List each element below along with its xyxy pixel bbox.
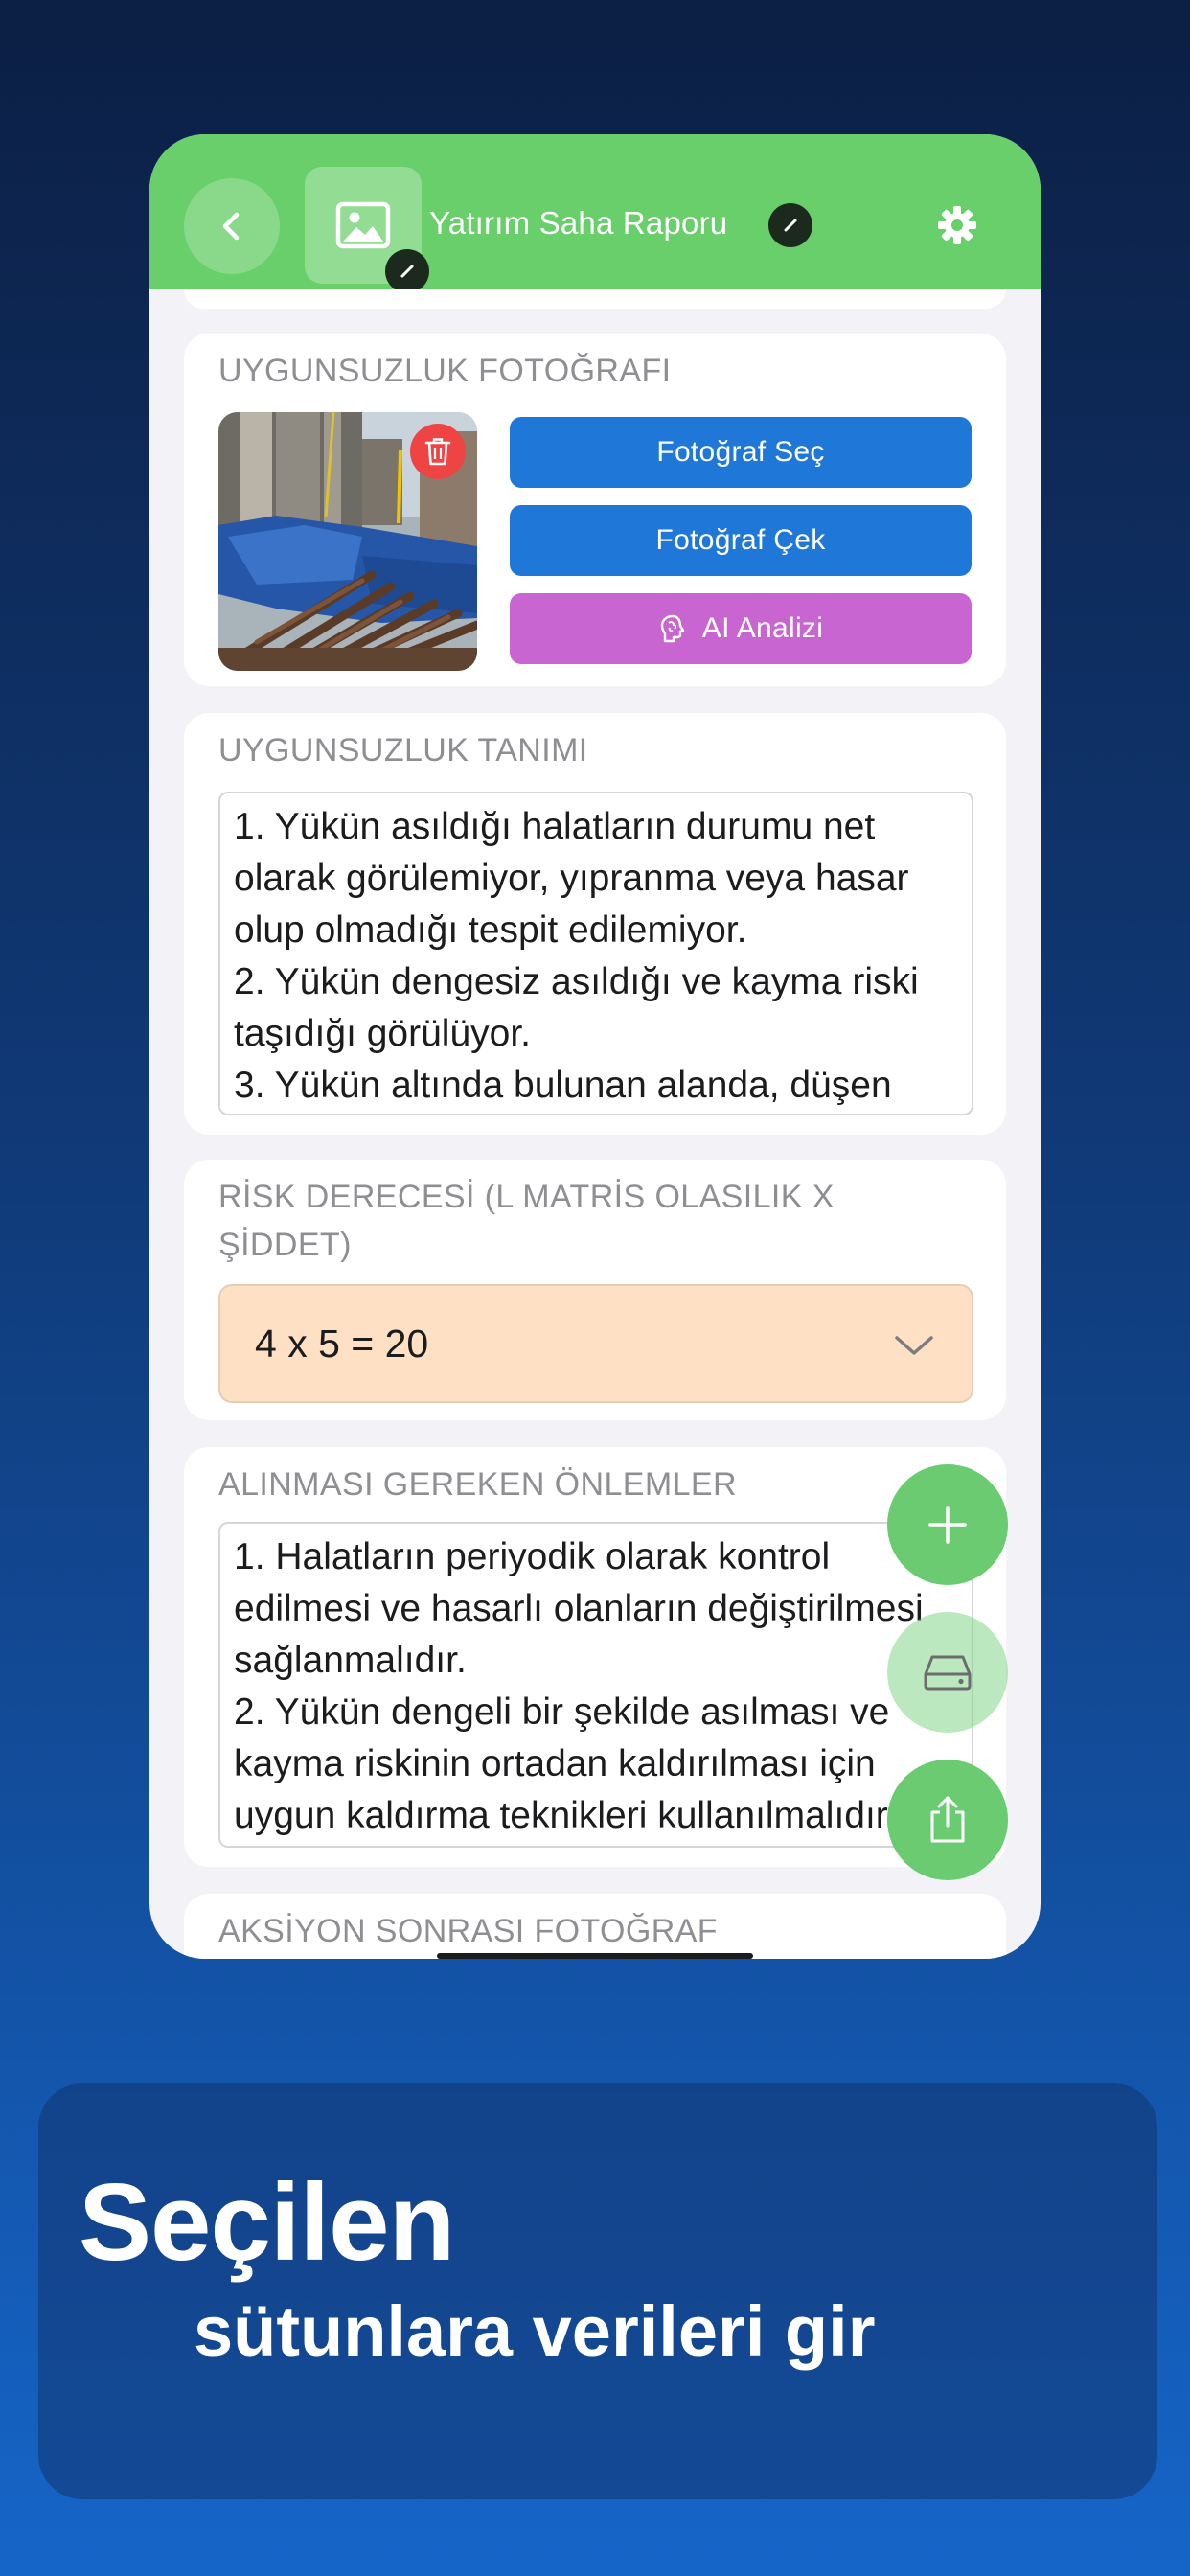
back-button[interactable] xyxy=(184,178,280,274)
photo-card-label: UYGUNSUZLUK FOTOĞRAFI xyxy=(218,353,672,389)
promo-subheadline: sütunlara verileri gir xyxy=(194,2291,876,2371)
choose-photo-label: Fotoğraf Seç xyxy=(656,436,825,468)
promo-headline: Seçilen xyxy=(79,2162,455,2284)
take-photo-button[interactable]: Fotoğraf Çek xyxy=(510,505,972,576)
trash-icon xyxy=(424,438,451,466)
risk-select[interactable]: 4 x 5 = 20 xyxy=(218,1284,973,1403)
risk-card: RİSK DERECESİ (L MATRİS OLASILIK X ŞİDDE… xyxy=(184,1160,1006,1420)
gear-icon xyxy=(938,206,976,244)
image-icon xyxy=(335,201,391,249)
report-image-button[interactable] xyxy=(305,167,429,293)
description-label: UYGUNSUZLUK TANIMI xyxy=(218,732,588,769)
risk-value: 4 x 5 = 20 xyxy=(255,1321,429,1366)
after-photo-card: AKSİYON SONRASI FOTOĞRAF xyxy=(184,1894,1006,1959)
title-edit-button[interactable] xyxy=(768,203,812,247)
ai-analysis-label: AI Analizi xyxy=(701,612,824,644)
plus-icon xyxy=(928,1506,967,1544)
share-icon xyxy=(930,1796,965,1843)
phone-screen: Yatırım Saha Raporu UYGUNSUZLUK FOTOĞRAF… xyxy=(149,134,1041,1959)
measures-label: ALINMASI GEREKEN ÖNLEMLER xyxy=(218,1466,737,1503)
previous-card xyxy=(184,289,1006,309)
choose-photo-button[interactable]: Fotoğraf Seç xyxy=(510,417,972,488)
settings-button[interactable] xyxy=(935,203,979,247)
after-photo-label: AKSİYON SONRASI FOTOĞRAF xyxy=(218,1913,718,1949)
save-button[interactable] xyxy=(887,1612,1008,1733)
brain-icon xyxy=(660,614,684,643)
background: Yatırım Saha Raporu UYGUNSUZLUK FOTOĞRAF… xyxy=(0,0,1190,2576)
pencil-icon xyxy=(784,218,797,232)
measures-textarea[interactable]: 1. Halatların periyodik olarak kontrol e… xyxy=(218,1522,973,1848)
pencil-icon xyxy=(400,264,414,278)
risk-label: RİSK DERECESİ (L MATRİS OLASILIK X ŞİDDE… xyxy=(218,1179,835,1263)
description-card: UYGUNSUZLUK TANIMI 1. Yükün asıldığı hal… xyxy=(184,713,1006,1135)
share-button[interactable] xyxy=(887,1760,1008,1880)
add-button[interactable] xyxy=(887,1464,1008,1585)
chevron-down-icon xyxy=(895,1336,933,1355)
promo-panel: Seçilen sütunlara verileri gir xyxy=(38,2083,1157,2499)
chevron-left-icon xyxy=(222,212,240,241)
description-textarea[interactable]: 1. Yükün asıldığı halatların durumu net … xyxy=(218,792,973,1116)
home-indicator xyxy=(437,1953,753,1959)
take-photo-label: Fotoğraf Çek xyxy=(655,524,826,556)
nonconformity-photo[interactable] xyxy=(218,412,477,671)
image-edit-badge[interactable] xyxy=(385,249,429,293)
delete-photo-button[interactable] xyxy=(410,424,466,479)
page-title: Yatırım Saha Raporu xyxy=(429,205,728,241)
photo-card: UYGUNSUZLUK FOTOĞRAFI Fotoğraf Seç Fotoğ… xyxy=(184,334,1006,686)
ai-analysis-button[interactable]: AI Analizi xyxy=(510,593,972,664)
drive-icon xyxy=(924,1655,972,1690)
measures-card: ALINMASI GEREKEN ÖNLEMLER 1. Halatların … xyxy=(184,1447,1006,1867)
nav-bar: Yatırım Saha Raporu xyxy=(149,134,1041,293)
